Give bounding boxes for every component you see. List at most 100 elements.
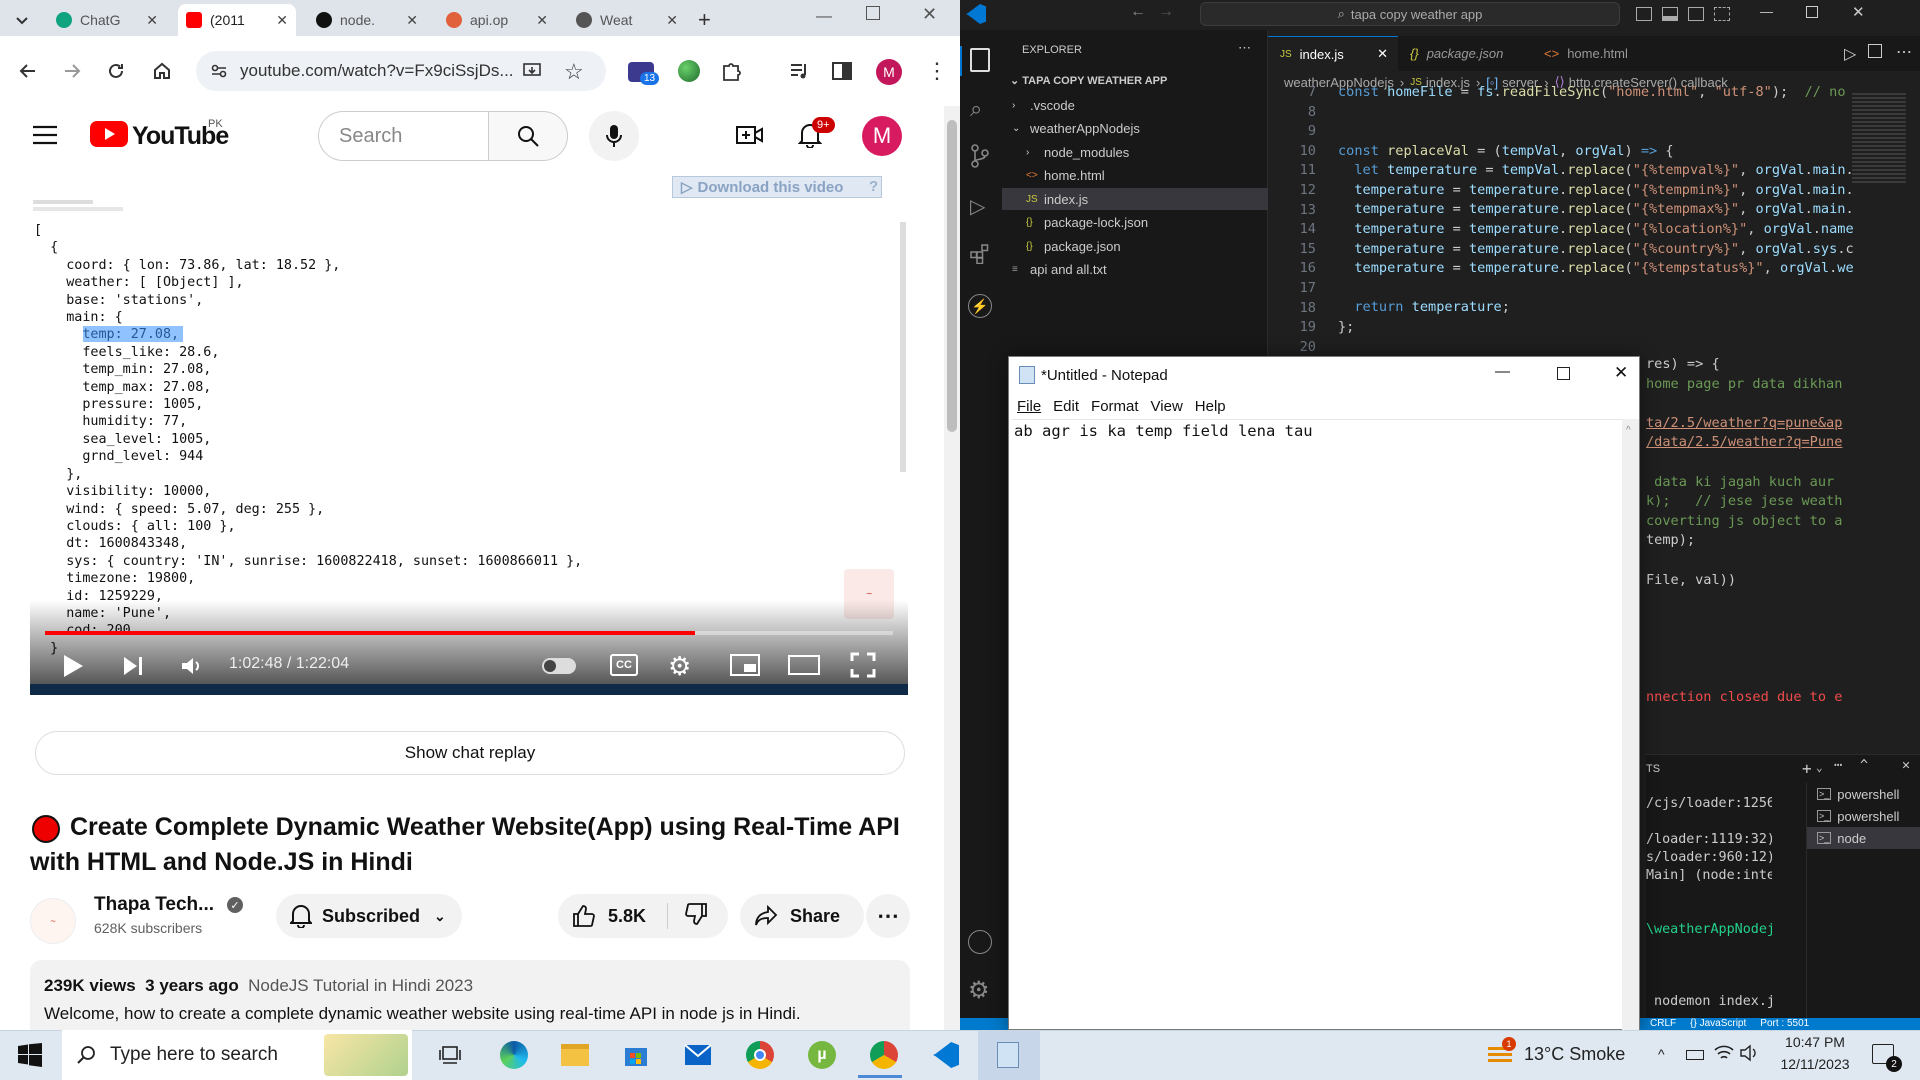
- home-icon[interactable]: [148, 57, 176, 85]
- status-language[interactable]: {} JavaScript: [1690, 1018, 1746, 1029]
- close-icon[interactable]: ✕: [1377, 46, 1388, 62]
- side-panel-icon[interactable]: [832, 62, 852, 80]
- tree-item[interactable]: {} package-lock.json: [1002, 212, 1268, 234]
- chrome-menu-icon[interactable]: ⋮: [926, 58, 948, 84]
- windows-start-icon[interactable]: [18, 1043, 42, 1067]
- command-center-search[interactable]: ⌕ tapa copy weather app: [1200, 2, 1620, 26]
- editor-tab[interactable]: {} package.json: [1398, 36, 1532, 71]
- source-control-icon[interactable]: [970, 144, 990, 168]
- close-icon[interactable]: ✕: [666, 12, 678, 29]
- menu-edit[interactable]: Edit: [1053, 398, 1079, 415]
- account-avatar[interactable]: M: [862, 116, 902, 156]
- toggle-panel-icon[interactable]: [1662, 7, 1678, 21]
- terminal-list-item[interactable]: >_ powershell: [1807, 805, 1920, 827]
- chrome-icon[interactable]: [742, 1037, 778, 1073]
- minimize-icon[interactable]: —: [1495, 363, 1510, 380]
- taskbar-search[interactable]: Type here to search: [62, 1030, 412, 1080]
- minimize-icon[interactable]: —: [816, 8, 832, 26]
- install-app-icon[interactable]: [522, 61, 542, 86]
- edge-browser-icon[interactable]: [496, 1037, 532, 1073]
- new-terminal-icon[interactable]: +: [1802, 759, 1812, 778]
- new-tab-button[interactable]: +: [690, 4, 720, 36]
- close-panel-icon[interactable]: ✕: [1902, 758, 1910, 773]
- clock-date[interactable]: 12/11/2023: [1770, 1056, 1860, 1072]
- explorer-more-icon[interactable]: ⋯: [1238, 40, 1251, 56]
- tab-search-menu[interactable]: [4, 4, 40, 36]
- explorer-files-icon[interactable]: [970, 48, 990, 72]
- browser-tab[interactable]: api.op ✕: [438, 4, 556, 36]
- miniplayer-icon[interactable]: [730, 654, 760, 676]
- panel-more-icon[interactable]: ⋯: [1834, 758, 1842, 773]
- download-help-icon[interactable]: ?: [869, 178, 878, 195]
- youtube-search-button[interactable]: [488, 111, 568, 161]
- tree-item[interactable]: › .vscode: [1002, 94, 1268, 116]
- run-file-icon[interactable]: ▷: [1844, 44, 1856, 64]
- more-actions-button[interactable]: ⋯: [866, 894, 910, 938]
- volume-icon[interactable]: [180, 656, 202, 681]
- browser-tab[interactable]: node. ✕: [308, 4, 426, 36]
- back-icon[interactable]: [14, 57, 42, 85]
- autoplay-toggle[interactable]: [542, 658, 576, 674]
- status-eol[interactable]: CRLF: [1650, 1018, 1676, 1029]
- close-icon[interactable]: ✕: [276, 12, 288, 29]
- volume-speaker-icon[interactable]: [1740, 1044, 1760, 1062]
- voice-search-button[interactable]: [589, 111, 639, 161]
- mail-icon[interactable]: [680, 1037, 716, 1073]
- panel-tab-label[interactable]: TS: [1646, 763, 1660, 775]
- play-icon[interactable]: [62, 654, 84, 683]
- tree-item[interactable]: › node_modules: [1002, 141, 1268, 163]
- forward-icon[interactable]: [58, 57, 86, 85]
- remote-lightning-icon[interactable]: ⚡: [968, 294, 992, 318]
- tree-item[interactable]: JS index.js: [1002, 188, 1268, 210]
- close-window-icon[interactable]: ✕: [1852, 3, 1865, 21]
- menu-format[interactable]: Format: [1091, 398, 1139, 415]
- profile-avatar[interactable]: M: [876, 59, 902, 85]
- editor-tab[interactable]: <> home.html: [1532, 36, 1656, 71]
- task-view-icon[interactable]: [432, 1037, 468, 1073]
- extension-globe-icon[interactable]: [678, 60, 700, 82]
- close-icon[interactable]: ✕: [406, 12, 418, 29]
- video-tags[interactable]: NodeJS Tutorial in Hindi 2023: [248, 976, 473, 995]
- terminal-dropdown-icon[interactable]: ⌄: [1816, 761, 1823, 774]
- menu-help[interactable]: Help: [1195, 398, 1226, 415]
- tree-item[interactable]: <> home.html: [1002, 165, 1268, 187]
- menu-file[interactable]: File: [1017, 398, 1041, 415]
- forward-arrow-icon[interactable]: →: [1158, 3, 1174, 21]
- close-window-icon[interactable]: ✕: [922, 4, 937, 25]
- hamburger-menu-icon[interactable]: [32, 124, 58, 151]
- youtube-search-input[interactable]: Search: [318, 111, 488, 161]
- captions-icon[interactable]: CC: [610, 654, 638, 676]
- reload-icon[interactable]: [102, 57, 130, 85]
- weather-icon[interactable]: 1: [1486, 1037, 1516, 1067]
- minimize-icon[interactable]: —: [1760, 4, 1773, 19]
- editor-tab-active[interactable]: JS index.js ✕: [1268, 36, 1398, 71]
- editor-more-icon[interactable]: ⋯: [1896, 42, 1912, 62]
- workspace-root[interactable]: ⌄ TAPA COPY WEATHER APP: [1010, 74, 1167, 87]
- site-info-icon[interactable]: [210, 62, 228, 85]
- settings-gear-icon[interactable]: ⚙: [668, 651, 691, 682]
- extensions-icon[interactable]: [970, 244, 990, 265]
- chrome-profile-icon[interactable]: [866, 1037, 902, 1073]
- manage-gear-icon[interactable]: ⚙: [968, 976, 990, 1005]
- accounts-icon[interactable]: [968, 930, 992, 954]
- file-explorer-icon[interactable]: [557, 1037, 593, 1073]
- channel-name[interactable]: Thapa Tech...: [94, 894, 214, 916]
- search-icon[interactable]: ⌕: [970, 96, 982, 122]
- battery-icon[interactable]: [1686, 1050, 1704, 1060]
- weather-text[interactable]: 13°C Smoke: [1524, 1044, 1625, 1065]
- tree-item[interactable]: {} package.json: [1002, 235, 1268, 257]
- minimap[interactable]: [1852, 93, 1906, 183]
- maximize-panel-icon[interactable]: ^: [1860, 758, 1868, 773]
- wifi-icon[interactable]: [1714, 1044, 1734, 1062]
- customize-layout-icon[interactable]: [1714, 7, 1730, 21]
- close-icon[interactable]: ✕: [536, 12, 548, 29]
- browser-tab[interactable]: Weat ✕: [568, 4, 686, 36]
- terminal-list-item[interactable]: >_ node: [1807, 827, 1920, 849]
- download-video-button[interactable]: ▷ Download this video ?: [672, 176, 882, 198]
- clock-time[interactable]: 10:47 PM: [1770, 1034, 1860, 1050]
- tray-chevron-up-icon[interactable]: ^: [1658, 1046, 1665, 1062]
- scrollbar-thumb[interactable]: [947, 120, 957, 432]
- code-editor[interactable]: 7 8 9 10 11 12 13 14 15 16 17 18 19 20 const homeFile…: [1268, 84, 1863, 355]
- bookmark-star-icon[interactable]: ☆: [564, 59, 584, 85]
- show-chat-replay-button[interactable]: Show chat replay: [35, 731, 905, 775]
